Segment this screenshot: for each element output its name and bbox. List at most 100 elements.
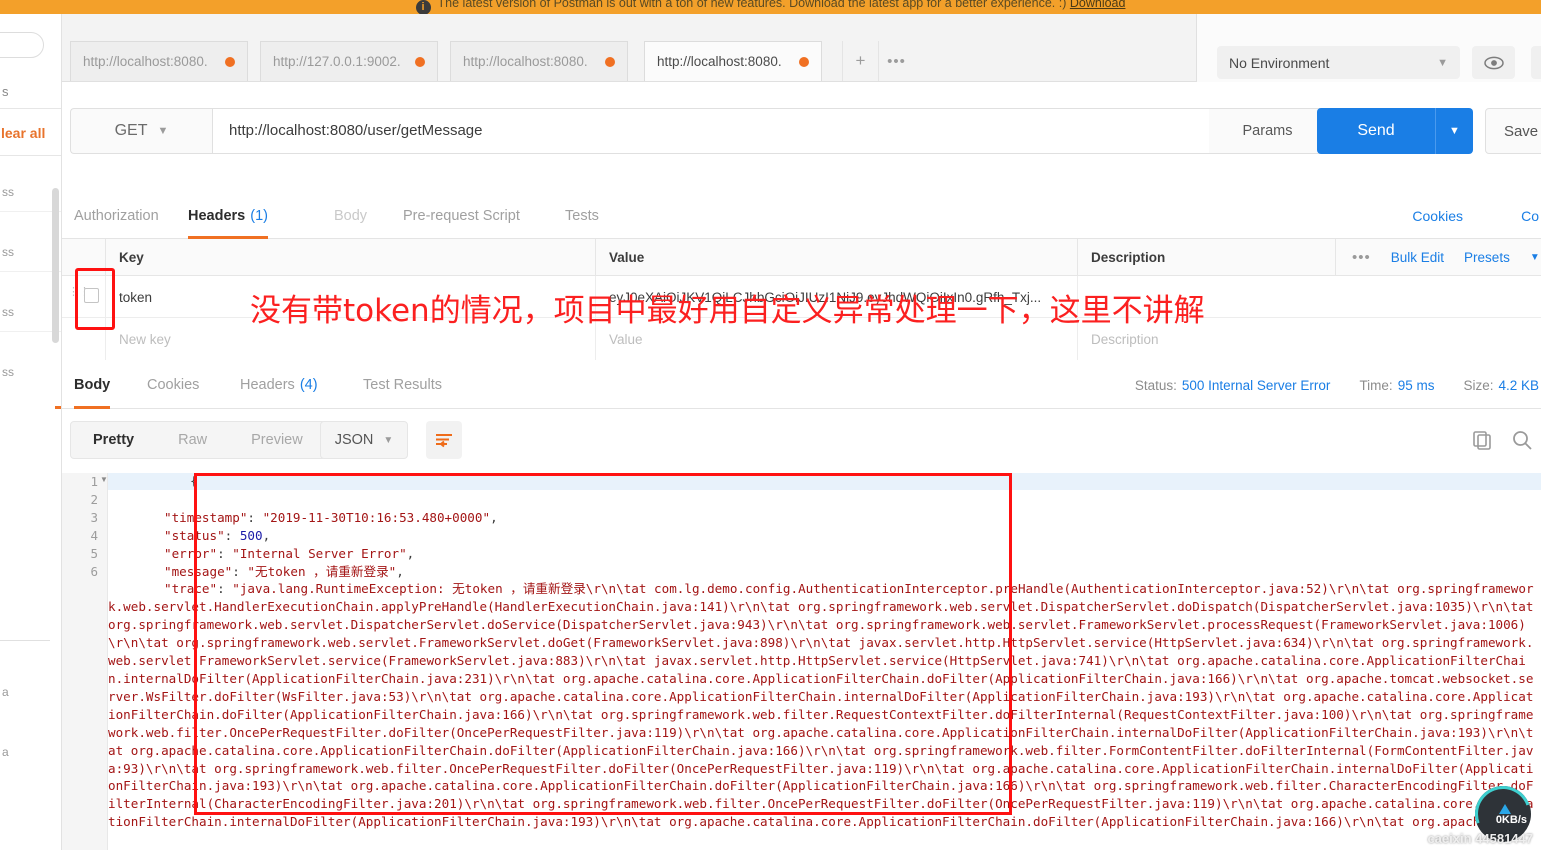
line-number: 2 xyxy=(90,492,98,507)
sidebar-clear-all-button[interactable]: lear all xyxy=(0,110,61,156)
format-raw-button[interactable]: Raw xyxy=(156,422,229,458)
tab-label: Test Results xyxy=(363,377,442,393)
word-wrap-toggle[interactable] xyxy=(426,421,462,459)
sidebar-list-item[interactable]: ss xyxy=(0,352,61,392)
json-response-text: "timestamp": "2019-11-30T10:16:53.480+00… xyxy=(108,473,1541,850)
tab-label: Body xyxy=(74,377,111,393)
time-value: 95 ms xyxy=(1397,377,1435,393)
headers-table-header-row: Key Value Description ••• Bulk Edit Pres… xyxy=(62,239,1541,276)
new-header-value-cell[interactable]: Value xyxy=(595,318,1077,360)
request-tab-2[interactable]: http://127.0.0.1:9002. xyxy=(260,41,438,81)
sidebar-search-input[interactable] xyxy=(0,32,44,58)
new-header-key-cell[interactable]: New key xyxy=(105,318,595,360)
environment-selector[interactable]: No Environment ▼ xyxy=(1217,46,1460,79)
format-pretty-button[interactable]: Pretty xyxy=(71,422,156,458)
copy-icon xyxy=(1473,431,1491,450)
status-label: Status: xyxy=(1134,377,1177,393)
request-tab-1[interactable]: http://localhost:8080. xyxy=(70,41,248,81)
environment-bar: No Environment ▼ xyxy=(1196,14,1541,82)
json-value-timestamp: 2019-11-30T10:16:53.480+0000 xyxy=(270,509,483,525)
json-line-message: "message": "无token ，请重新登录", xyxy=(164,563,404,579)
environment-quick-look-button[interactable] xyxy=(1472,46,1515,79)
size-value: 4.2 KB xyxy=(1498,377,1539,393)
json-line-trace: "trace": "java.lang.RuntimeException: 无t… xyxy=(108,581,1541,830)
left-sidebar-panel: s lear all ss ss ss ss a a xyxy=(0,0,62,850)
tab-label: Body xyxy=(334,207,368,224)
format-preview-button[interactable]: Preview xyxy=(229,422,325,458)
json-value-status: 500 xyxy=(239,527,263,543)
more-options-icon[interactable]: ••• xyxy=(1352,249,1371,266)
cookies-link[interactable]: Cookies xyxy=(1412,192,1463,239)
search-icon xyxy=(1513,431,1532,450)
sidebar-scrollbar[interactable] xyxy=(52,188,59,343)
response-tab-cookies[interactable]: Cookies xyxy=(147,361,199,409)
response-tabs: Body Cookies Headers (4) Test Results St… xyxy=(62,361,1541,409)
header-row-checkbox[interactable] xyxy=(84,288,99,303)
fold-caret-icon[interactable]: ▼ xyxy=(100,475,108,484)
column-header-value: Value xyxy=(595,239,1077,276)
http-method-selector[interactable]: GET ▼ xyxy=(70,108,212,154)
header-description-cell[interactable] xyxy=(1077,276,1335,318)
tab-label: Headers xyxy=(240,377,295,393)
json-line-error: "error": "Internal Server Error", xyxy=(164,545,415,561)
response-format-group: Pretty Raw Preview xyxy=(70,421,326,459)
environment-settings-button[interactable] xyxy=(1531,46,1541,79)
line-number-gutter: 1 ▼ 2 3 4 5 6 xyxy=(62,473,108,850)
chevron-down-icon: ▼ xyxy=(1449,125,1460,137)
headers-table-actions: ••• Bulk Edit Presets ▼ xyxy=(1335,239,1541,276)
tab-pre-request-script[interactable]: Pre-request Script xyxy=(403,192,520,239)
send-button[interactable]: Send xyxy=(1317,108,1435,154)
json-value-trace: java.lang.RuntimeException: 无token ，请重新登… xyxy=(108,581,1541,830)
line-number: 6 xyxy=(90,564,98,579)
word-wrap-icon xyxy=(436,434,452,448)
sidebar-divider xyxy=(0,640,50,641)
language-label: JSON xyxy=(334,432,374,448)
response-language-selector[interactable]: JSON ▼ xyxy=(320,421,408,459)
request-tab-4-active[interactable]: http://localhost:8080. xyxy=(644,41,822,81)
request-tab-label: http://localhost:8080. xyxy=(83,54,208,69)
tab-label: Pre-request Script xyxy=(403,207,520,224)
tab-options-button[interactable]: ••• xyxy=(878,41,914,81)
save-button-label: Save xyxy=(1503,122,1539,140)
response-toolbar: Pretty Raw Preview JSON ▼ xyxy=(62,409,1541,473)
request-url-bar: GET ▼ http://localhost:8080/user/getMess… xyxy=(62,82,1541,160)
tab-count: (1) xyxy=(250,207,268,224)
sidebar-list-item[interactable]: a xyxy=(0,672,61,712)
size-label: Size: xyxy=(1463,377,1494,393)
headers-table: Key Value Description ••• Bulk Edit Pres… xyxy=(62,239,1541,361)
request-url-input[interactable]: http://localhost:8080/user/getMessage xyxy=(212,108,1271,154)
tab-headers[interactable]: Headers (1) xyxy=(188,192,268,239)
bulk-edit-button[interactable]: Bulk Edit xyxy=(1391,250,1444,265)
tab-tests[interactable]: Tests xyxy=(565,192,599,239)
header-value-cell[interactable]: eyJ0eXAiOiJKV1QiLCJhbGciOiJIUzI1NiJ9.eyJ… xyxy=(595,276,1077,318)
tab-label: Tests xyxy=(565,207,599,224)
response-tab-body[interactable]: Body xyxy=(74,361,111,409)
params-button[interactable]: Params xyxy=(1209,108,1327,154)
request-tab-3[interactable]: http://localhost:8080. xyxy=(450,41,628,81)
send-options-button[interactable]: ▼ xyxy=(1435,108,1473,154)
tab-authorization[interactable]: Authorization xyxy=(74,192,159,239)
response-tab-headers[interactable]: Headers (4) xyxy=(240,361,318,409)
response-tab-test-results[interactable]: Test Results xyxy=(363,361,442,409)
search-response-button[interactable] xyxy=(1511,429,1533,456)
header-key-cell[interactable]: token xyxy=(105,276,595,318)
copy-response-button[interactable] xyxy=(1471,429,1493,456)
sidebar-list-item[interactable]: a xyxy=(0,732,61,772)
sidebar-tab-label[interactable]: s xyxy=(0,75,61,109)
update-banner: i The latest version of Postman is out wi… xyxy=(0,0,1541,14)
presets-button[interactable]: Presets xyxy=(1464,250,1510,265)
tab-count: (4) xyxy=(299,377,318,393)
tab-body[interactable]: Body xyxy=(334,192,367,239)
tab-label: Cookies xyxy=(147,377,200,393)
request-tab-label: http://127.0.0.1:9002. xyxy=(273,54,401,69)
new-tab-button[interactable]: + xyxy=(842,41,878,81)
http-method-label: GET xyxy=(114,122,148,139)
main-area: http://localhost:8080. http://127.0.0.1:… xyxy=(62,14,1541,850)
banner-text: The latest version of Postman is out wit… xyxy=(437,0,1067,10)
code-link[interactable]: Co xyxy=(1521,192,1539,239)
new-header-description-cell[interactable]: Description xyxy=(1077,318,1335,360)
response-body-viewer[interactable]: 1 ▼ 2 3 4 5 6 { "timestamp": "2019-11-30… xyxy=(62,473,1541,850)
banner-download-link[interactable]: Download xyxy=(1070,0,1126,10)
save-button[interactable]: Save ▼ xyxy=(1485,108,1541,154)
tab-label: Headers xyxy=(188,207,246,224)
